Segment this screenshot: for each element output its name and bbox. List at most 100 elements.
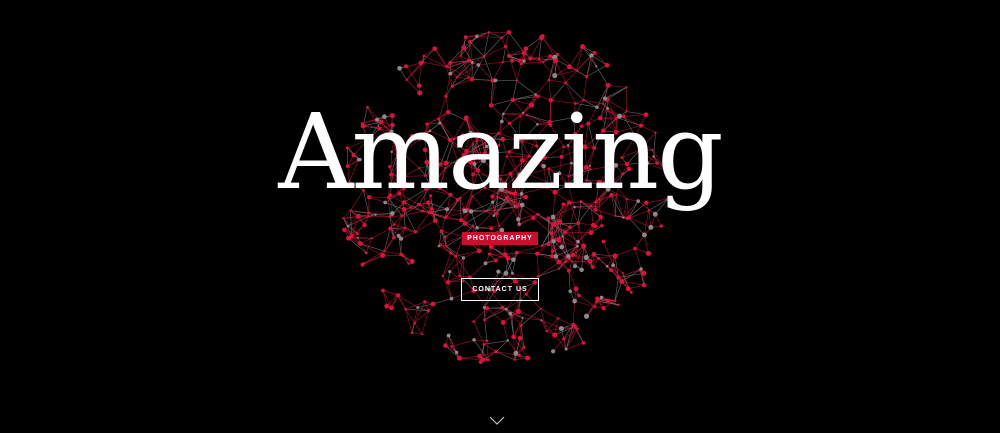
network-node [540,245,543,248]
network-node [374,213,377,216]
network-link [516,252,538,254]
network-node [575,69,579,72]
network-node [493,78,498,83]
network-node [546,216,551,221]
network-node [614,214,617,217]
network-node [521,50,527,56]
network-node [528,56,533,61]
network-link [540,308,559,319]
network-node [519,61,523,66]
network-link [552,338,564,352]
network-node [510,58,515,63]
network-node [505,307,508,311]
network-node [552,332,558,338]
network-node [553,58,559,64]
network-node [367,215,370,218]
network-node [583,313,590,319]
network-node [405,78,408,82]
network-link [411,332,422,335]
network-node [446,333,451,338]
network-node [605,264,609,268]
network-node [571,322,575,327]
network-node [482,342,486,346]
network-node [551,349,556,354]
network-node [521,316,524,319]
network-node [566,268,571,273]
network-node [443,343,448,348]
network-node [510,271,514,275]
network-node [392,223,396,226]
network-node [580,44,586,50]
network-node [432,218,438,223]
network-node [604,62,610,68]
network-node [401,254,405,257]
hero-title: Amazing [278,91,723,213]
network-node [576,244,579,248]
network-link [469,41,485,57]
network-node [515,79,518,82]
network-link [628,217,652,228]
network-node [641,270,647,276]
network-node [483,261,488,266]
network-link [538,268,560,277]
network-node [590,265,595,269]
network-link [538,37,542,59]
network-link [634,248,642,269]
network-node [485,306,490,310]
network-node [579,267,584,273]
network-node [611,263,616,268]
chevron-down-icon[interactable] [489,416,505,426]
network-node [507,53,512,58]
network-link [542,36,556,58]
network-link [469,263,486,278]
network-node [522,59,526,63]
network-link [502,46,506,63]
network-node [513,350,519,356]
network-link [384,250,402,255]
contact-us-button[interactable]: CONTACT US [461,278,539,301]
network-node [585,75,589,79]
network-node [552,221,557,226]
network-node [567,64,572,70]
network-node [564,260,568,264]
network-link [483,344,497,352]
network-node [472,320,475,323]
network-node [494,349,499,354]
network-node [633,246,637,251]
network-node [454,254,458,258]
network-node [457,355,463,361]
network-link [505,46,513,61]
network-link [486,307,504,323]
network-link [537,253,539,277]
network-link [595,66,609,86]
network-link [569,46,583,68]
network-node [501,60,504,64]
network-node [389,305,394,311]
network-node [550,214,556,220]
network-node [470,61,474,64]
network-node [454,350,459,355]
network-link [608,84,627,88]
network-node [404,64,409,69]
network-node [617,303,620,307]
network-link [565,70,577,83]
network-node [445,65,448,68]
network-link [483,37,502,57]
network-link [484,319,488,341]
network-node [477,353,483,359]
network-node [458,274,461,278]
network-node [461,256,466,260]
network-node [502,252,508,257]
network-node [535,251,540,256]
network-node [593,305,597,309]
network-node [556,259,562,265]
network-link [502,322,509,341]
network-node [409,258,415,264]
network-node [430,301,436,307]
network-link [405,66,420,86]
network-node [467,76,470,79]
network-link [537,253,553,257]
network-node [476,63,481,67]
network-node [598,215,603,220]
network-node [537,57,541,61]
